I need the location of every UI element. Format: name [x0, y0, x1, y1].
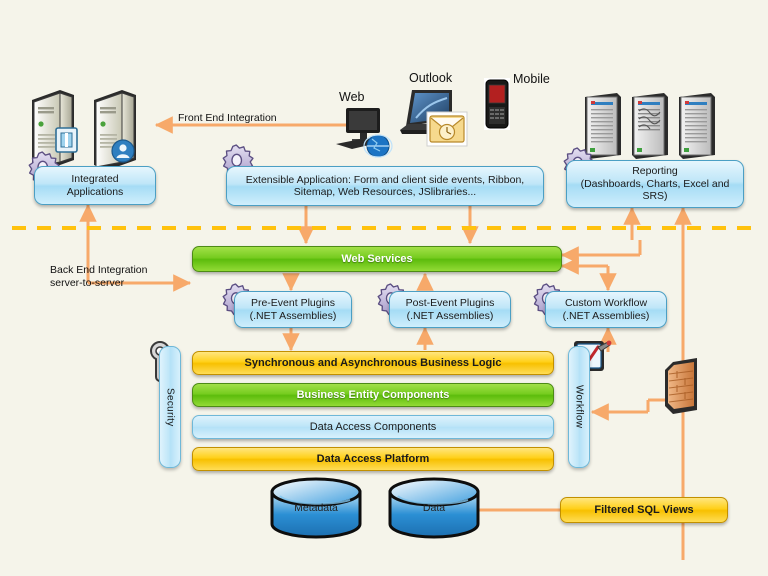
user-badge-icon — [111, 139, 135, 163]
document-icon-report-1 — [585, 93, 621, 159]
firewall-brick-icon — [665, 358, 697, 414]
label-back-end-integration-line1: Back End Integration — [50, 264, 148, 276]
rail-security[interactable]: Security — [159, 346, 181, 468]
label-database-data: Data — [422, 502, 446, 514]
label-web: Web — [339, 90, 365, 104]
label-front-end-integration: Front End Integration — [178, 112, 277, 124]
rail-workflow[interactable]: Workflow — [568, 346, 590, 468]
diagram-canvas: Front End Integration Back End Integrati… — [0, 0, 768, 576]
bar-data-access-platform[interactable]: Data Access Platform — [192, 447, 554, 471]
label-database-metadata: Metadata — [294, 502, 338, 514]
bar-web-services[interactable]: Web Services — [192, 246, 562, 272]
bar-business-logic[interactable]: Synchronous and Asynchronous Business Lo… — [192, 351, 554, 375]
box-extensible-application[interactable]: Extensible Application: Form and client … — [226, 166, 544, 206]
box-reporting[interactable]: Reporting (Dashboards, Charts, Excel and… — [566, 160, 744, 208]
desktop-computer-icon — [336, 108, 393, 158]
bar-business-entity-components[interactable]: Business Entity Components — [192, 383, 554, 407]
application-badge-icon — [55, 127, 78, 153]
mobile-phone-icon — [484, 78, 510, 130]
box-custom-workflow[interactable]: Custom Workflow (.NET Assemblies) — [545, 291, 667, 328]
label-mobile: Mobile — [513, 72, 550, 86]
document-icon-report-3 — [679, 93, 715, 159]
bar-filtered-sql-views[interactable]: Filtered SQL Views — [560, 497, 728, 523]
box-post-event-plugins[interactable]: Post-Event Plugins (.NET Assemblies) — [389, 291, 511, 328]
document-icon-report-2 — [632, 93, 668, 159]
rail-workflow-label: Workflow — [573, 385, 585, 429]
label-back-end-integration-line2: server-to-server — [50, 277, 125, 289]
bar-data-access-components[interactable]: Data Access Components — [192, 415, 554, 439]
rail-security-label: Security — [164, 387, 176, 427]
box-integrated-applications[interactable]: Integrated Applications — [34, 166, 156, 205]
box-pre-event-plugins[interactable]: Pre-Event Plugins (.NET Assemblies) — [234, 291, 352, 328]
envelope-icon — [426, 111, 468, 147]
label-outlook: Outlook — [409, 71, 453, 85]
